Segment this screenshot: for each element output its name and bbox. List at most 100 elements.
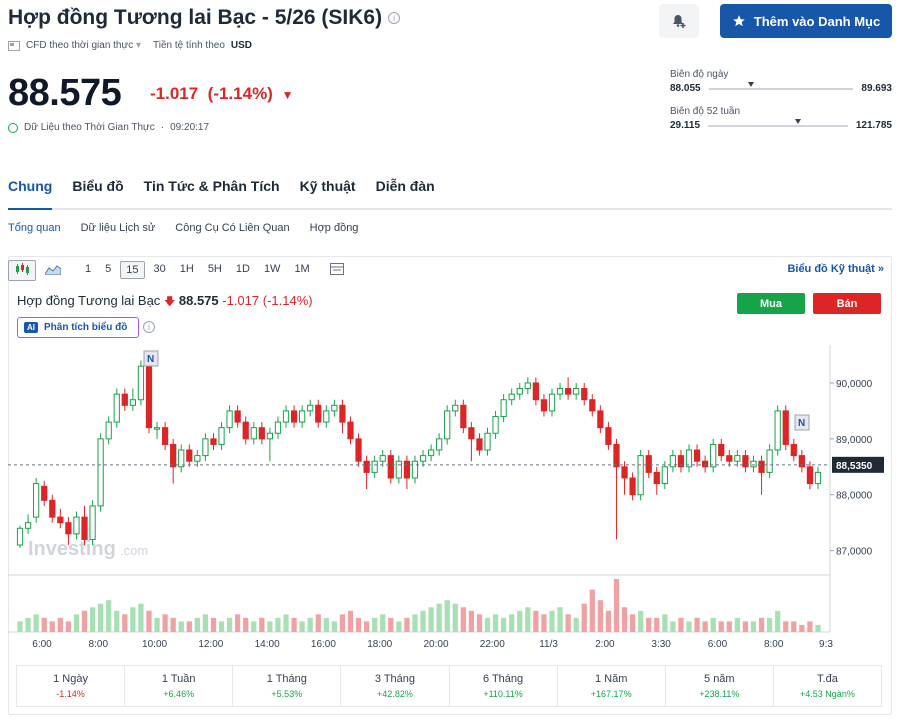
perf-value: +6.46% — [163, 689, 195, 699]
volume-bar — [807, 621, 813, 632]
current-price-label: 88,5350 — [836, 461, 873, 472]
perf-cell[interactable]: 1 Tuần +6.46% — [125, 666, 234, 706]
perf-cell[interactable]: 5 năm +238.11% — [666, 666, 774, 706]
interval-15[interactable]: 15 — [120, 261, 145, 279]
volume-bar — [275, 617, 281, 632]
interval-5h[interactable]: 5H — [203, 261, 227, 279]
interval-1m[interactable]: 1M — [289, 261, 314, 279]
interval-1w[interactable]: 1W — [259, 261, 286, 279]
interval-1d[interactable]: 1D — [231, 261, 255, 279]
volume-bar — [73, 614, 80, 632]
candle-body — [121, 393, 128, 406]
volume-bar — [484, 617, 491, 632]
x-tick-label: 18:00 — [367, 639, 392, 650]
volume-bar — [33, 614, 39, 632]
volume-bar — [130, 607, 136, 632]
week52-range: Biên độ 52 tuần 29.115 121.785 — [670, 106, 892, 131]
buy-button[interactable]: Mua — [737, 293, 805, 314]
candle-body — [194, 455, 201, 462]
volume-bar — [194, 617, 200, 632]
tab-overview[interactable]: Chung — [8, 178, 53, 210]
candle-body — [452, 404, 459, 412]
volume-bar — [420, 610, 426, 632]
volume-bar — [162, 614, 168, 632]
arrow-down-icon: 🡇 — [163, 296, 176, 308]
candle-body — [613, 443, 620, 468]
subtab-historical-data[interactable]: Dữ liệu Lịch sử — [81, 222, 156, 234]
y-tick-label: 90,0000 — [836, 379, 873, 390]
perf-cell[interactable]: 1 Ngày -1.14% — [17, 666, 126, 706]
volume-bar — [791, 621, 797, 632]
tab-chart[interactable]: Biểu đồ — [72, 178, 123, 208]
area-type-button[interactable] — [40, 261, 66, 280]
perf-label: 3 Tháng — [374, 673, 416, 685]
interval-30[interactable]: 30 — [149, 261, 171, 279]
volume-bar — [509, 614, 515, 632]
subtab-related-tools[interactable]: Công Cụ Có Liên Quan — [175, 222, 289, 234]
candle-body — [597, 410, 604, 429]
candle-body — [170, 443, 177, 468]
candlestick-type-button[interactable] — [8, 259, 36, 281]
x-tick-label: 2:00 — [595, 639, 615, 650]
volume-bar — [629, 614, 636, 632]
day-range: Biên độ ngày 88.055 89.693 — [670, 69, 892, 94]
candle-body — [299, 410, 306, 423]
info-icon[interactable]: i — [388, 12, 401, 25]
add-alert-button[interactable] — [659, 4, 699, 38]
subtab-contracts[interactable]: Hợp đồng — [310, 222, 359, 234]
info-icon[interactable]: i — [143, 321, 155, 333]
volume-bar — [170, 617, 176, 632]
volume-bar — [388, 617, 394, 632]
ai-chart-analysis-button[interactable]: AI Phân tích biểu đồ — [17, 317, 139, 338]
volume-bar — [49, 621, 55, 632]
technical-chart-link[interactable]: Biểu đồ Kỹ thuật » — [787, 263, 884, 275]
bell-plus-icon — [673, 15, 686, 28]
candle-body — [49, 499, 56, 518]
volume-bar — [428, 607, 434, 632]
perf-label: 5 năm — [704, 673, 735, 685]
candle-body — [516, 388, 523, 395]
perf-cell[interactable]: 1 Năm +167.17% — [558, 666, 666, 706]
sell-button[interactable]: Bán — [813, 293, 881, 314]
x-tick-label: 12:00 — [198, 639, 223, 650]
subtab-summary[interactable]: Tổng quan — [8, 222, 61, 234]
interval-1h[interactable]: 1H — [175, 261, 199, 279]
add-to-watchlist-button[interactable]: Thêm vào Danh Mục — [720, 4, 892, 38]
volume-bar — [347, 610, 354, 632]
perf-cell[interactable]: 1 Tháng +5.53% — [233, 666, 342, 706]
volume-bar — [654, 617, 660, 632]
volume-bar — [581, 603, 587, 632]
tab-news-analysis[interactable]: Tin Tức & Phân Tích — [144, 178, 280, 208]
candle-body — [758, 460, 765, 473]
volume-bar — [81, 610, 88, 632]
volume-bar — [775, 610, 781, 632]
interval-5[interactable]: 5 — [100, 261, 116, 279]
volume-bar — [315, 614, 321, 632]
volume-bar — [517, 610, 523, 632]
perf-cell[interactable]: 6 Tháng +110.11% — [450, 666, 558, 706]
candle-body — [661, 466, 668, 485]
candle-body — [113, 393, 120, 423]
star-icon — [732, 15, 745, 27]
data-type-dropdown[interactable]: CFD theo thời gian thực ▾ — [26, 40, 141, 51]
candle-body — [685, 449, 693, 468]
candle-body — [790, 443, 797, 457]
candle-body — [653, 471, 660, 485]
candle-body — [460, 404, 467, 429]
interval-1[interactable]: 1 — [80, 261, 96, 279]
perf-cell[interactable]: 3 Tháng +42.82% — [341, 666, 450, 706]
candle-body — [242, 421, 249, 440]
volume-bar — [299, 621, 305, 632]
candle-body — [403, 460, 411, 479]
volume-bar — [742, 621, 749, 632]
indicators-button[interactable] — [325, 261, 349, 280]
area-chart-icon — [44, 264, 62, 275]
tab-forum[interactable]: Diễn đàn — [376, 178, 435, 208]
candle-body — [573, 388, 580, 395]
tab-technical[interactable]: Kỹ thuật — [300, 178, 356, 208]
candle-body — [629, 477, 636, 496]
perf-cell[interactable]: T.đa +4.53 Ngàn% — [774, 666, 881, 706]
indicator-panel-icon — [329, 262, 344, 275]
instrument-meta: CFD theo thời gian thực ▾ Tiền tệ tính t… — [8, 40, 252, 51]
candlestick-chart[interactable]: Investing .com 90,0000 89,0000 88,0000 87,000… — [8, 345, 892, 657]
